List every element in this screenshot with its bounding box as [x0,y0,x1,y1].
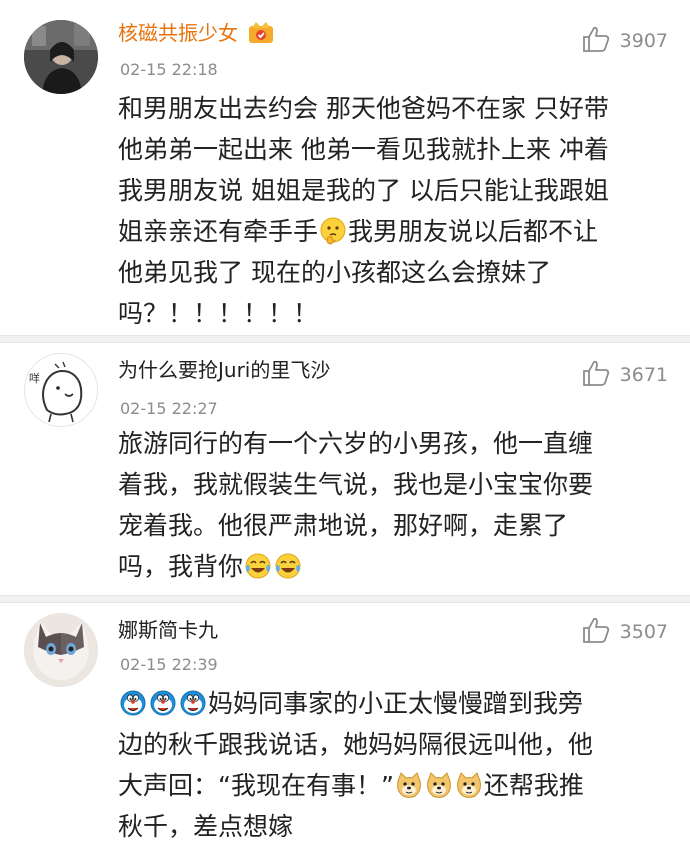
comment-divider [0,335,690,343]
comment-line: 姐亲亲还有牵手手 我男朋友说以后都不让 [118,211,666,252]
username[interactable]: 核磁共振少女 [118,20,274,46]
username[interactable]: 为什么要抢Juri的里飞沙 [118,357,330,383]
user-avatar[interactable] [24,613,98,687]
doraemon-emoji-icon [179,688,207,716]
comment-line: 他弟弟一起出来 他弟一看见我就扑上来 冲着 [118,135,609,164]
tears-of-joy-emoji-icon [274,551,302,579]
comment-feed: 核磁共振少女 02-15 22:18 3907 和男朋友出去约会 那天他爸妈不在… [0,0,690,853]
comment-text: 大声回：“我现在有事！” [118,771,394,800]
comment-line: 边的秋千跟我说话，她妈妈隔很远叫他，他 [118,730,594,759]
comment-text: 还帮我推 [483,771,584,800]
like-count: 3907 [619,30,668,52]
thumbs-up-icon [582,26,610,56]
comment-line: 宠着我。他很严肃地说，那好啊，走累了 [118,511,569,540]
comment-line: 旅游同行的有一个六岁的小男孩，他一直缠 [118,429,594,458]
comment-line: 着我，我就假装生气说，我也是小宝宝你要 [118,470,594,499]
comment-body: 和男朋友出去约会 那天他爸妈不在家 只好带 他弟弟一起出来 他弟一看见我就扑上来… [118,88,666,334]
like-button[interactable]: 3507 [582,617,668,647]
comment-line: 妈妈同事家的小正太慢慢蹭到我旁 [118,683,666,724]
comment-line: 大声回：“我现在有事！” 还帮我推 [118,765,666,806]
comment-divider [0,595,690,603]
comment-line: 吗？！！！！！！ [118,299,319,328]
comment-body: 妈妈同事家的小正太慢慢蹭到我旁 边的秋千跟我说话，她妈妈隔很远叫他，他 大声回：… [118,683,666,847]
username[interactable]: 娜斯简卡九 [118,617,218,643]
comment-text: 妈妈同事家的小正太慢慢蹭到我旁 [208,689,584,718]
doge-emoji-icon [425,770,453,798]
thumbs-up-icon [582,360,610,390]
username-text[interactable]: 核磁共振少女 [118,21,238,45]
vip-crown-icon [248,20,274,44]
comment-timestamp: 02-15 22:39 [120,655,218,674]
doraemon-emoji-icon [149,688,177,716]
comment-body: 旅游同行的有一个六岁的小男孩，他一直缠 着我，我就假装生气说，我也是小宝宝你要 … [118,423,666,587]
comment-line: 吗，我背你 [118,546,666,587]
comment-item: 娜斯简卡九 02-15 22:39 3507 妈妈同事家的小正太慢慢蹭到我旁 边… [0,603,690,853]
user-avatar[interactable] [24,20,98,94]
comment-line: 他弟见我了 现在的小孩都这么会撩妹了 [118,258,551,287]
comment-item: 核磁共振少女 02-15 22:18 3907 和男朋友出去约会 那天他爸妈不在… [0,0,690,335]
comment-line: 和男朋友出去约会 那天他爸妈不在家 只好带 [118,94,609,123]
comment-text: 我男朋友说以后都不让 [348,217,599,246]
like-button[interactable]: 3671 [582,360,668,390]
tears-of-joy-emoji-icon [244,551,272,579]
thinking-face-emoji-icon [319,216,347,245]
svg-text:咩: 咩 [29,371,40,385]
comment-timestamp: 02-15 22:27 [120,399,218,418]
comment-text: 吗，我背你 [118,552,244,581]
comment-item: 咩 为什么要抢Juri的里飞沙 02-15 22:27 3671 旅游同行的有一… [0,343,690,595]
user-avatar[interactable]: 咩 [24,353,98,427]
comment-line: 秋千，差点想嫁 [118,812,294,841]
like-button[interactable]: 3907 [582,26,668,56]
comment-line: 我男朋友说 姐姐是我的了 以后只能让我跟姐 [118,176,609,205]
like-count: 3507 [619,621,668,643]
doge-emoji-icon [455,770,483,798]
thumbs-up-icon [582,617,610,647]
like-count: 3671 [619,364,668,386]
doraemon-emoji-icon [119,688,147,716]
comment-text: 姐亲亲还有牵手手 [118,217,319,246]
comment-timestamp: 02-15 22:18 [120,60,218,79]
doge-emoji-icon [395,770,423,798]
